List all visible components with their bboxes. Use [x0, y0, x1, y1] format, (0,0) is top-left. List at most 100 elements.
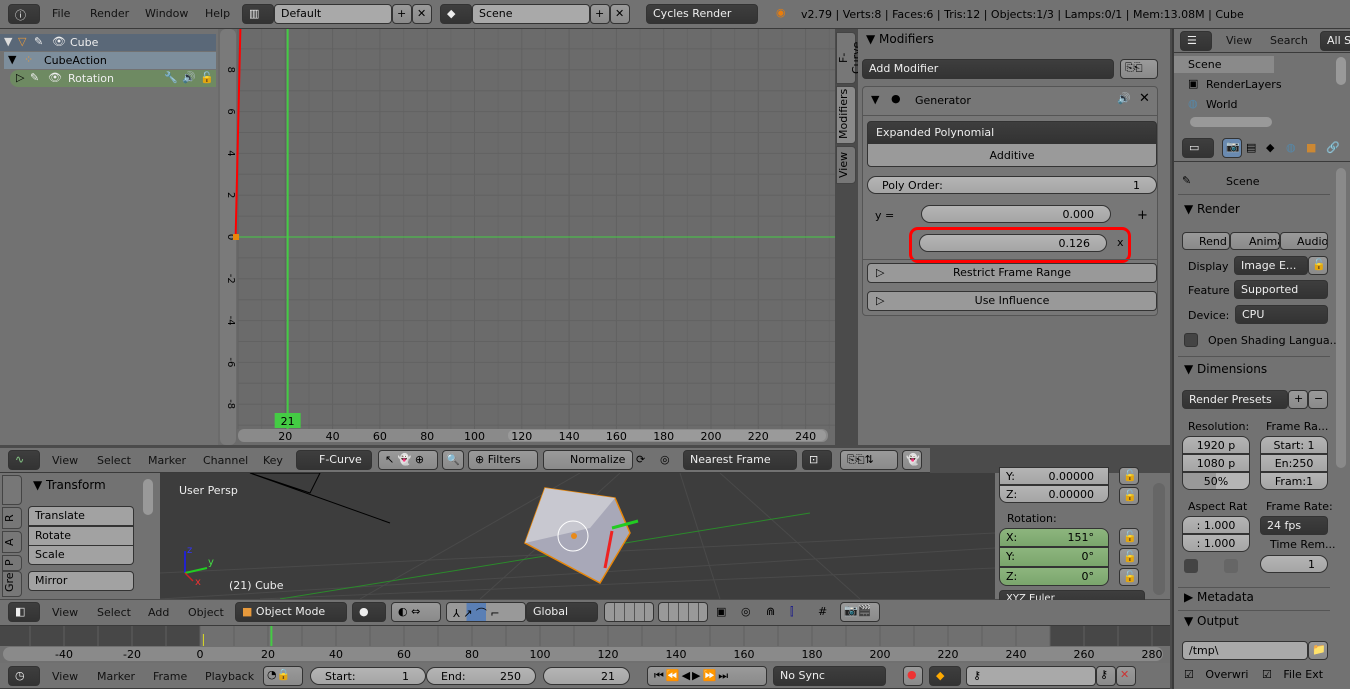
mirror-button[interactable]: Mirror [28, 571, 134, 591]
render-animation-button[interactable]: Anima [1230, 232, 1280, 250]
copy-paste-modifiers-button[interactable]: ⎘⎗ [1120, 59, 1158, 79]
channel-rotation[interactable]: ▷ ✎ 👁 Rotation 🔧 🔊 🔓 [10, 70, 216, 87]
add-preset-button[interactable]: + [1288, 390, 1308, 409]
rotate-button[interactable]: Rotate [28, 526, 134, 546]
tab-p[interactable]: P [2, 555, 22, 571]
properties-editor-icon[interactable]: ▭ [1182, 138, 1214, 158]
output-panel-title[interactable]: ▼ Output [1184, 614, 1239, 628]
pin-icon[interactable]: ✎ [30, 71, 39, 84]
auto-snap-select[interactable]: Nearest Frame [683, 450, 797, 470]
scene-tab-icon[interactable]: ◆ [1266, 141, 1274, 154]
interaction-mode-select[interactable]: ■ Object Mode [235, 602, 347, 622]
display-lock-button[interactable]: 🔓 [1308, 256, 1328, 275]
timeline-menu-view[interactable]: View [52, 670, 78, 683]
preview-range-toggle[interactable]: ◔🔒 [263, 666, 303, 686]
proportional-editing-icon[interactable]: ◎ [741, 605, 751, 618]
aspect-y-field[interactable]: : 1.000 [1182, 534, 1250, 552]
render-context-tab[interactable]: 📷 [1222, 138, 1242, 158]
manipulator-toggles[interactable]: ⅄ ↗ ⌒ ⌐ [446, 602, 526, 622]
outliner-filter-select[interactable]: All Sc [1320, 31, 1350, 51]
device-select[interactable]: CPU [1235, 305, 1328, 324]
wrench-icon[interactable]: 🔧 [164, 71, 178, 84]
outliner-editor-icon[interactable]: ☰ [1180, 31, 1212, 51]
location-y-field[interactable]: Y: 0.00000 [999, 467, 1109, 485]
ghost-curves-button[interactable]: 👻 [902, 450, 922, 470]
transform-panel-title[interactable]: ▼ Transform [33, 478, 106, 492]
properties-scrollbar[interactable] [1336, 168, 1346, 468]
feature-select[interactable]: Supported [1234, 280, 1328, 299]
tab-modifiers[interactable]: Modifiers [836, 86, 856, 144]
browse-folder-button[interactable]: 📁 [1308, 641, 1328, 660]
end-frame-field[interactable]: End: 250 [426, 667, 536, 685]
scene-close-button[interactable]: ✕ [610, 4, 630, 24]
outliner-item-scene[interactable]: Scene [1174, 56, 1274, 73]
layers-grid-1[interactable] [604, 602, 654, 622]
lock-location-y-icon[interactable]: 🔓 [1119, 467, 1139, 485]
timeline-menu-marker[interactable]: Marker [97, 670, 135, 683]
metadata-panel-title[interactable]: ▶ Metadata [1184, 590, 1254, 604]
collapse-icon[interactable]: ▷ [16, 71, 24, 84]
timeline-editor-type-icon[interactable]: ◷ [8, 666, 40, 686]
3d-editor-type-icon[interactable]: ◧ [8, 602, 40, 622]
insert-keyframe-button[interactable]: ⚷ [1096, 666, 1116, 686]
outliner-hscrollbar[interactable] [1190, 117, 1272, 127]
outliner-item-world[interactable]: World [1206, 98, 1238, 111]
graph-menu-key[interactable]: Key [263, 454, 283, 467]
n-panel-scrollbar[interactable] [1153, 483, 1165, 595]
scene-field[interactable]: Scene [472, 4, 590, 24]
additive-toggle[interactable]: Additive [867, 143, 1157, 167]
outliner-vscrollbar[interactable] [1336, 57, 1346, 85]
graph-mode-select[interactable]: F-Curve [296, 450, 372, 470]
render-panel-title[interactable]: ▼ Render [1184, 202, 1240, 216]
channel-cubeaction[interactable]: ▼ ⁘ CubeAction [4, 52, 216, 69]
timeline-menu-playback[interactable]: Playback [205, 670, 254, 683]
render-presets-select[interactable]: Render Presets [1182, 390, 1288, 409]
lock-rotation-y-icon[interactable]: 🔓 [1119, 548, 1139, 566]
use-influence-toggle[interactable]: ▷ Use Influence [867, 291, 1157, 311]
outliner-menu-view[interactable]: View [1226, 34, 1252, 47]
tab-gre[interactable]: Gre [2, 571, 22, 597]
graph-editor-type-icon[interactable]: ∿ [8, 450, 40, 470]
eye-icon[interactable]: 👁 [52, 35, 66, 48]
active-dot-icon[interactable]: ● [891, 92, 901, 105]
lock-location-z-icon[interactable]: 🔓 [1119, 487, 1139, 505]
eye-icon[interactable]: 👁 [48, 71, 62, 84]
3d-menu-select[interactable]: Select [97, 606, 131, 619]
resolution-percent-slider[interactable]: 50% [1182, 472, 1250, 490]
render-layers-tab-icon[interactable]: ▤ [1246, 141, 1256, 154]
modifiers-title[interactable]: ▼ Modifiers [866, 32, 934, 46]
world-tab-icon[interactable]: ◍ [1286, 141, 1296, 154]
expand-icon[interactable]: ▼ [4, 35, 12, 48]
output-path-field[interactable]: /tmp\ [1182, 641, 1308, 660]
osl-checkbox[interactable] [1184, 333, 1198, 347]
layers-grid-2[interactable] [658, 602, 708, 622]
delete-keyframe-button[interactable]: ✕ [1116, 666, 1136, 686]
tab-a[interactable]: A [2, 531, 22, 553]
scale-button[interactable]: Scale [28, 545, 134, 565]
snap-element-icon[interactable]: ⫿ [790, 605, 794, 619]
outliner-item-renderlayers[interactable]: RenderLayers [1206, 78, 1282, 91]
timeline-menu-frame[interactable]: Frame [153, 670, 187, 683]
zoom-search-button[interactable]: 🔍 [442, 450, 464, 470]
3d-menu-view[interactable]: View [52, 606, 78, 619]
coefficient-0-field[interactable]: 0.000 [921, 205, 1111, 223]
frame-end-field[interactable]: En:250 [1260, 454, 1328, 472]
coefficient-1-field[interactable]: 0.126 [919, 234, 1107, 252]
layout-icon[interactable]: ▥ [242, 4, 274, 24]
remove-preset-button[interactable]: − [1308, 390, 1328, 409]
tab-f-curve[interactable]: F-Curve [836, 32, 863, 84]
render-opengl-buttons[interactable]: 📷🎬 [840, 602, 880, 622]
overwrite-checkbox[interactable]: ☑ Overwri [1184, 668, 1248, 681]
rotation-y-field[interactable]: Y: 0° [999, 547, 1109, 567]
menu-help[interactable]: Help [205, 7, 230, 20]
graph-menu-select[interactable]: Select [97, 454, 131, 467]
poly-order-field[interactable]: Poly Order: 1 [867, 176, 1157, 194]
timeline-canvas[interactable]: -40 -20 0 20 40 60 80 100 120 140 160 180 200 220 240 2… [0, 626, 1170, 663]
auto-keying-record-button[interactable]: ● [903, 666, 923, 686]
rotation-z-field[interactable]: Z: 0° [999, 567, 1109, 586]
snap-target-icon[interactable]: # [818, 605, 827, 618]
keying-set-field[interactable]: ⚷ [966, 666, 1096, 686]
sync-mode-select[interactable]: No Sync [773, 666, 886, 686]
lock-layers-icon[interactable]: ▣ [716, 605, 726, 618]
render-engine-select[interactable]: Cycles Render [646, 4, 758, 24]
